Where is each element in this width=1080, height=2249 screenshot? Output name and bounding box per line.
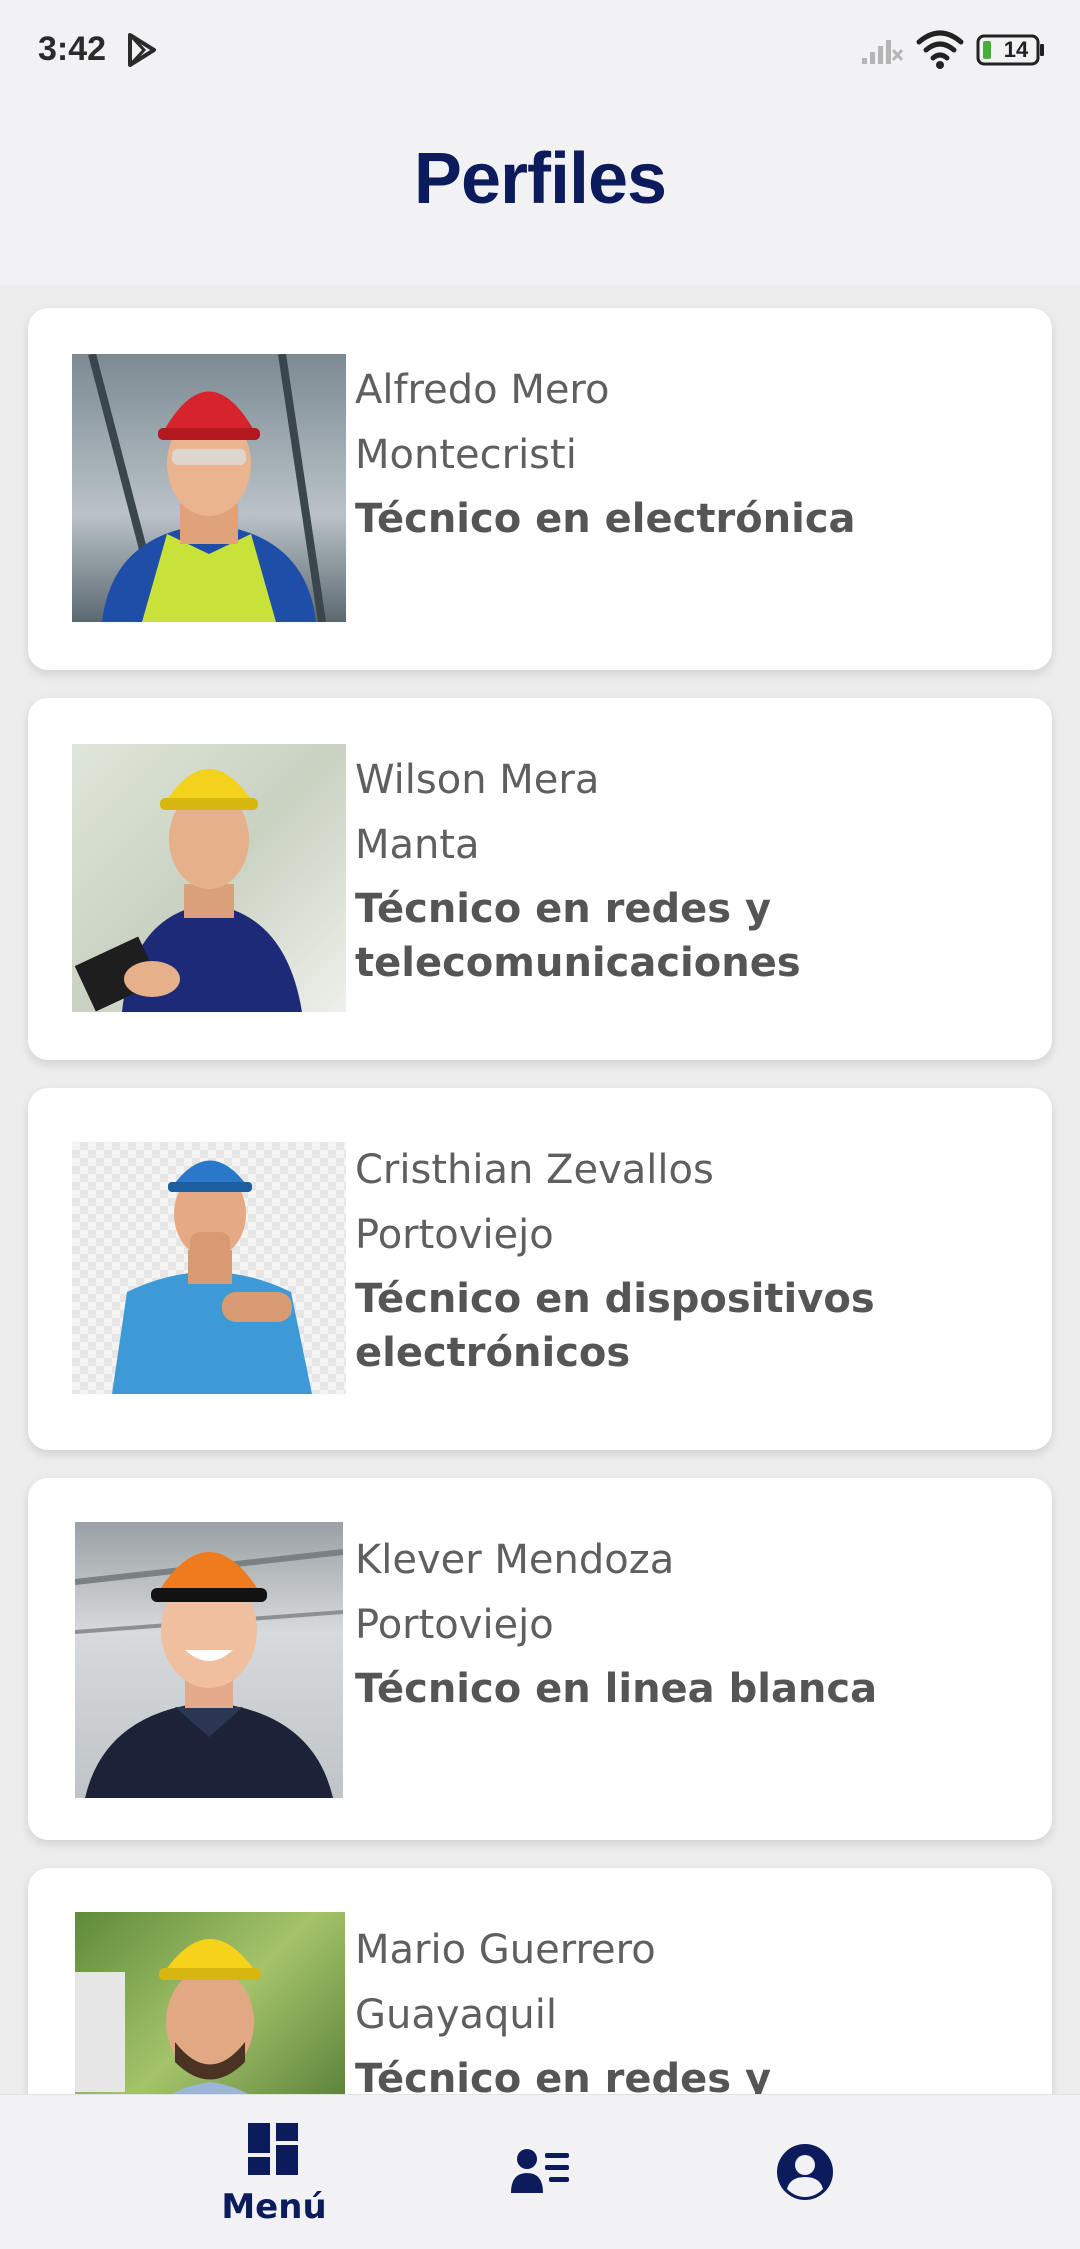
profile-specialty: Técnico en dispositivos electrónicos: [355, 1276, 875, 1376]
profile-city: Manta: [355, 822, 480, 868]
profile-info: Cristhian Zevallos Portoviejo Técnico en…: [355, 1138, 1015, 1380]
profile-photo: [72, 354, 346, 622]
profile-name: Cristhian Zevallos: [355, 1147, 714, 1193]
nav-item-menu[interactable]: Menú: [194, 2095, 354, 2249]
profile-city: Portoviejo: [355, 1602, 554, 1648]
profile-card[interactable]: Klever Mendoza Portoviejo Técnico en lin…: [28, 1478, 1052, 1840]
profile-specialty: Técnico en linea blanca: [355, 1666, 878, 1712]
profile-info: Mario Guerrero Guayaquil Técnico en rede…: [355, 1918, 1015, 2094]
profile-photo: [75, 1912, 345, 2094]
page-title: Perfiles: [413, 139, 667, 219]
profile-info: Alfredo Mero Montecristi Técnico en elec…: [355, 358, 1015, 546]
profile-specialty: Técnico en redes y: [355, 2056, 772, 2094]
profile-city: Montecristi: [355, 432, 577, 478]
profile-photo: [72, 1142, 346, 1394]
app-header: Perfiles: [0, 100, 1080, 286]
play-store-icon: [128, 33, 156, 67]
profile-specialty: Técnico en redes y telecomunicaciones: [355, 886, 801, 986]
nav-item-profiles[interactable]: [486, 2095, 596, 2249]
dashboard-icon: [248, 2123, 298, 2175]
profile-list[interactable]: Alfredo Mero Montecristi Técnico en elec…: [0, 286, 1080, 2094]
contacts-list-icon: [511, 2149, 569, 2193]
profile-photo: [72, 744, 346, 1012]
nav-item-account[interactable]: [750, 2095, 860, 2249]
signal-icon: [862, 40, 904, 64]
profile-card[interactable]: Cristhian Zevallos Portoviejo Técnico en…: [28, 1088, 1052, 1450]
bottom-navigation: Menú: [0, 2094, 1080, 2249]
profile-specialty: Técnico en electrónica: [355, 496, 856, 542]
profile-name: Alfredo Mero: [355, 367, 610, 413]
profile-city: Portoviejo: [355, 1212, 554, 1258]
profile-card[interactable]: Wilson Mera Manta Técnico en redes y tel…: [28, 698, 1052, 1060]
profile-card[interactable]: Mario Guerrero Guayaquil Técnico en rede…: [28, 1868, 1052, 2094]
status-time: 3:42: [38, 30, 107, 68]
profile-photo: [75, 1522, 343, 1798]
battery-level: 14: [1003, 37, 1029, 62]
nav-label-menu: Menú: [221, 2187, 327, 2227]
status-bar: 3:42 14: [0, 0, 1080, 100]
profile-info: Wilson Mera Manta Técnico en redes y tel…: [355, 748, 1015, 990]
profile-name: Mario Guerrero: [355, 1927, 656, 1973]
profile-card[interactable]: Alfredo Mero Montecristi Técnico en elec…: [28, 308, 1052, 670]
profile-info: Klever Mendoza Portoviejo Técnico en lin…: [355, 1528, 1015, 1716]
profile-city: Guayaquil: [355, 1992, 558, 2038]
profile-name: Wilson Mera: [355, 757, 600, 803]
profile-name: Klever Mendoza: [355, 1537, 675, 1583]
account-circle-icon: [777, 2144, 833, 2200]
wifi-icon: [916, 30, 964, 69]
